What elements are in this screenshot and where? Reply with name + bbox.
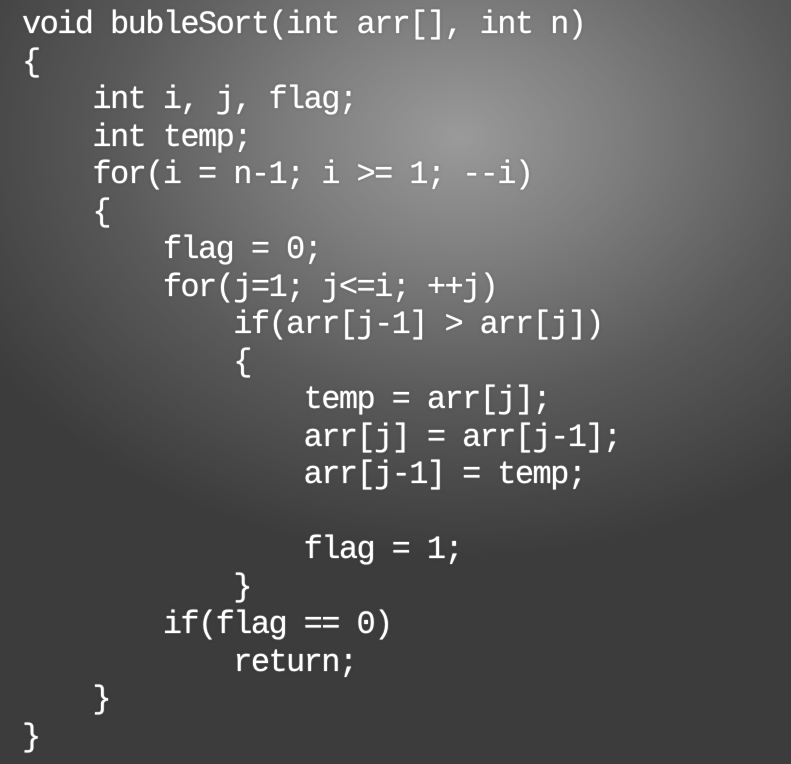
code-line-swap-assign: arr[j] = arr[j-1]; <box>22 418 622 456</box>
code-slide: void bubleSort(int arr[], int n){ int i,… <box>0 0 791 764</box>
code-line-swap-restore: arr[j-1] = temp; <box>22 456 587 493</box>
code-line-flag-set: flag = 1; <box>22 531 464 568</box>
code-line-if-compare: if(arr[j-1] > arr[j]) <box>22 306 604 343</box>
code-line-function-open-brace: { <box>22 43 41 81</box>
code-line-if-open-brace: { <box>22 343 252 381</box>
code-line-if-flag-zero: if(flag == 0) <box>22 606 393 643</box>
code-line-if-close-brace: } <box>22 568 252 606</box>
code-line-declare-temp: int temp; <box>22 118 252 156</box>
code-line-function-close-brace: } <box>22 718 41 756</box>
code-line-inner-for: for(j=1; j<=i; ++j) <box>22 268 499 306</box>
code-line-function-signature: void bubleSort(int arr[], int n) <box>22 6 587 43</box>
code-line-outer-for: for(i = n-1; i >= 1; --i) <box>22 156 534 193</box>
code-line-outer-close-brace: } <box>22 681 111 718</box>
code-line-flag-reset: flag = 0; <box>22 231 323 268</box>
code-line-declare-ij-flag: int i, j, flag; <box>22 81 358 118</box>
code-line-outer-open-brace: { <box>22 193 111 231</box>
code-line-swap-temp: temp = arr[j]; <box>22 381 552 418</box>
code-line-return: return; <box>22 643 358 681</box>
code-block: void bubleSort(int arr[], int n){ int i,… <box>22 6 622 756</box>
